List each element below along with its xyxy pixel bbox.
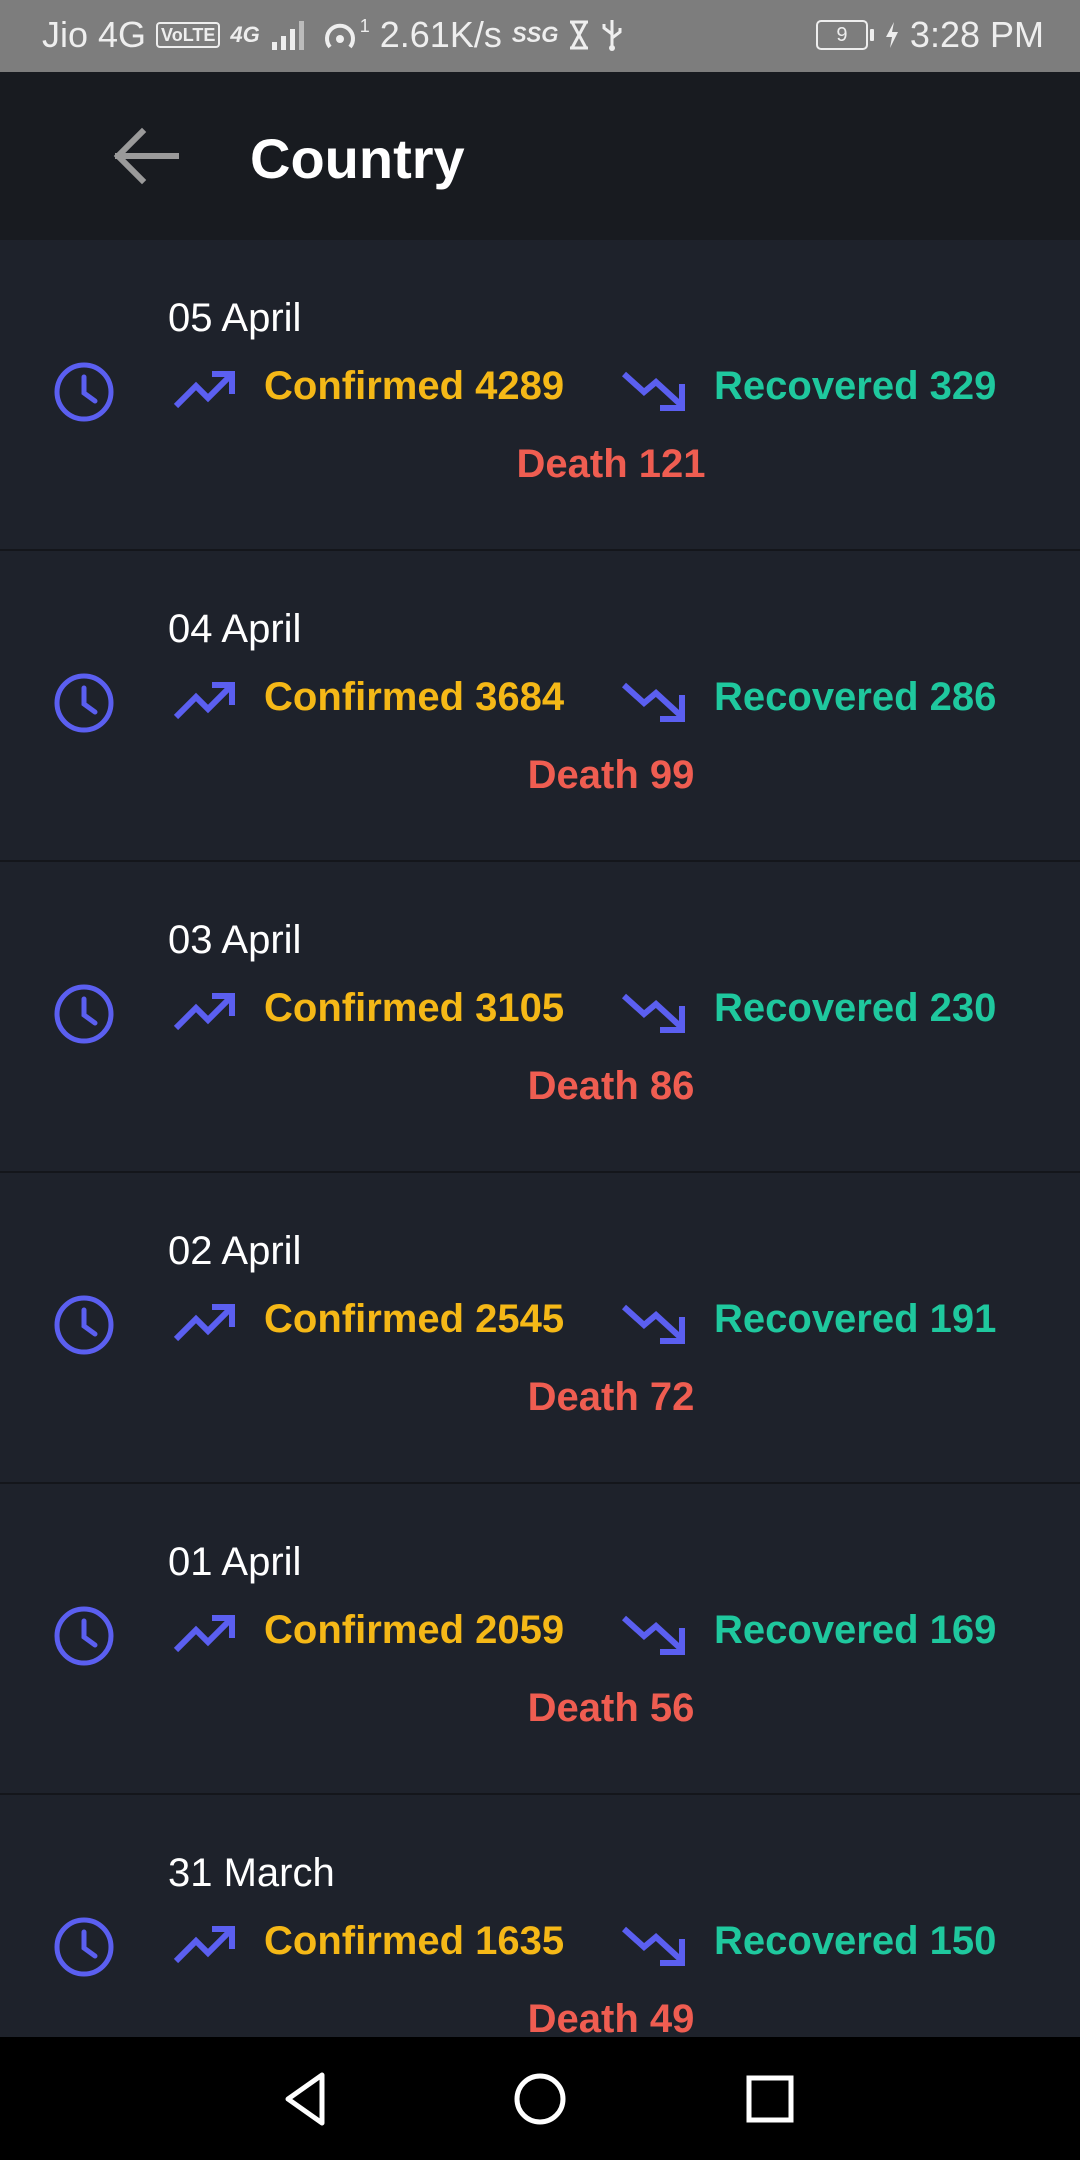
home-circle-icon[interactable] [508, 2067, 572, 2131]
record-row[interactable]: 31 March Confirmed 1635 Recovered 150 De… [0, 1795, 1080, 2037]
trending-up-icon [173, 1926, 235, 1964]
clock-icon [54, 1295, 114, 1355]
clock-time: 3:28 PM [909, 14, 1044, 55]
clock-icon [54, 1606, 114, 1666]
hourglass-icon [570, 20, 589, 50]
network-speed: 2.61K/s [379, 14, 502, 55]
record-row[interactable]: 04 April Confirmed 3684 Recovered 286 De… [0, 551, 1080, 862]
record-row[interactable]: 02 April Confirmed 2545 Recovered 191 De… [0, 1173, 1080, 1484]
record-date: 02 April [168, 1229, 302, 1273]
app-bar: Country [0, 72, 1080, 240]
page-title: Country [250, 127, 465, 190]
recovered-count: Recovered 169 [714, 1608, 997, 1652]
trending-down-icon [621, 371, 685, 411]
signal-icon [271, 21, 304, 50]
death-count: Death 49 [527, 1997, 695, 2037]
trending-down-icon [621, 1304, 685, 1344]
recovered-count: Recovered 230 [714, 986, 997, 1030]
status-bar-left: Jio 4G VoLTE 4G 1 2.61K/s SSG [42, 14, 624, 56]
battery-level: 9 [815, 20, 868, 50]
death-count: Death 99 [527, 753, 695, 797]
record-date: 31 March [168, 1851, 335, 1895]
confirmed-count: Confirmed 4289 [264, 364, 565, 408]
trending-down-icon [621, 993, 685, 1033]
recents-square-icon[interactable] [738, 2067, 802, 2131]
trending-up-icon [173, 1304, 235, 1342]
confirmed-count: Confirmed 1635 [264, 1919, 565, 1963]
hotspot-count: 1 [359, 15, 370, 36]
trending-down-icon [621, 1615, 685, 1655]
trending-up-icon [173, 371, 235, 409]
status-bar-right: 9 3:28 PM [815, 14, 1044, 56]
death-count: Death 72 [527, 1375, 695, 1419]
trending-up-icon [173, 1615, 235, 1653]
volte-badge: VoLTE [156, 22, 221, 48]
confirmed-count: Confirmed 3105 [264, 986, 565, 1030]
records-list[interactable]: 05 April Confirmed 4289 Recovered 329 De… [0, 240, 1080, 2037]
trending-down-icon [621, 682, 685, 722]
death-count: Death 56 [527, 1686, 695, 1730]
death-count: Death 86 [527, 1064, 695, 1108]
recovered-count: Recovered 329 [714, 364, 997, 408]
confirmed-count: Confirmed 2059 [264, 1608, 565, 1652]
record-row[interactable]: 05 April Confirmed 4289 Recovered 329 De… [0, 240, 1080, 551]
navigation-bar [0, 2037, 1080, 2160]
record-date: 01 April [168, 1540, 302, 1584]
ssg-label: SSG [511, 22, 559, 47]
charging-icon [885, 22, 898, 48]
trending-up-icon [173, 682, 235, 720]
carrier-label: Jio 4G [42, 14, 147, 55]
death-count: Death 121 [516, 442, 706, 486]
trending-up-icon [173, 993, 235, 1031]
confirmed-count: Confirmed 3684 [264, 675, 565, 719]
recovered-count: Recovered 191 [714, 1297, 997, 1341]
hotspot-icon [324, 23, 355, 49]
status-bar: Jio 4G VoLTE 4G 1 2.61K/s SSG 9 3:28 PM [0, 0, 1080, 72]
record-date: 05 April [168, 296, 302, 340]
recovered-count: Recovered 150 [714, 1919, 997, 1963]
clock-icon [54, 1917, 114, 1977]
back-triangle-icon[interactable] [276, 2067, 340, 2131]
trending-down-icon [621, 1926, 685, 1966]
network-generation: 4G [230, 22, 260, 47]
back-arrow-icon[interactable] [112, 124, 182, 188]
record-date: 03 April [168, 918, 302, 962]
record-date: 04 April [168, 607, 302, 651]
confirmed-count: Confirmed 2545 [264, 1297, 565, 1341]
recovered-count: Recovered 286 [714, 675, 997, 719]
clock-icon [54, 673, 114, 733]
clock-icon [54, 362, 114, 422]
clock-icon [54, 984, 114, 1044]
record-row[interactable]: 03 April Confirmed 3105 Recovered 230 De… [0, 862, 1080, 1173]
record-row[interactable]: 01 April Confirmed 2059 Recovered 169 De… [0, 1484, 1080, 1795]
battery-icon: 9 [815, 20, 874, 50]
usb-icon [602, 20, 622, 51]
